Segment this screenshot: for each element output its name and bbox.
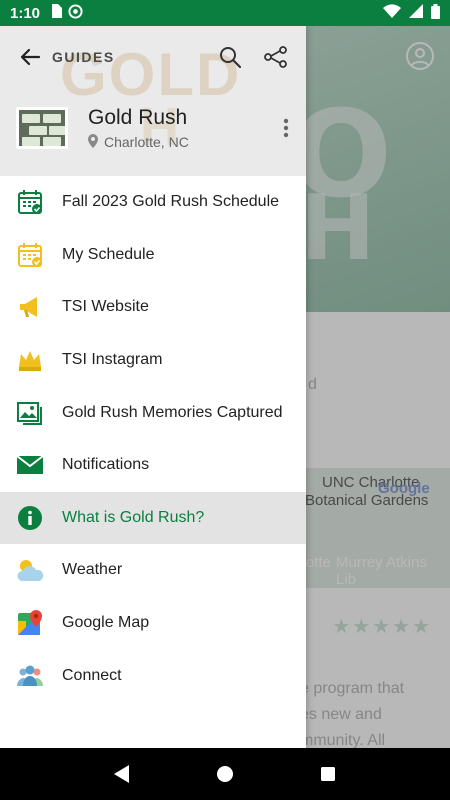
signal-icon (409, 4, 423, 22)
weather-icon (16, 556, 44, 584)
battery-icon (431, 3, 440, 23)
nav-recents-icon[interactable] (314, 760, 342, 788)
menu-item-weather[interactable]: Weather (0, 544, 306, 597)
envelope-icon (16, 451, 44, 479)
menu-item-memories-captured[interactable]: Gold Rush Memories Captured (0, 386, 306, 439)
at-sign-icon (68, 3, 83, 23)
menu-item-google-map[interactable]: Google Map (0, 597, 306, 650)
back-arrow-icon[interactable] (14, 41, 46, 73)
photos-icon (16, 399, 44, 427)
navigation-drawer: GOLD H GUIDES Gold Rush Charlotte, NC Fa… (0, 26, 306, 748)
wifi-icon (383, 4, 401, 22)
menu-item-tsi-website[interactable]: TSI Website (0, 281, 306, 334)
megaphone-icon (16, 293, 44, 321)
status-bar: 1:10 (0, 0, 450, 26)
location-pin-icon (88, 133, 98, 151)
guide-location: Charlotte, NC (88, 133, 189, 151)
current-guide[interactable]: Gold Rush Charlotte, NC (16, 104, 298, 152)
drawer-menu: Fall 2023 Gold Rush Schedule My Schedule… (0, 176, 306, 702)
people-icon (16, 662, 44, 690)
menu-item-my-schedule[interactable]: My Schedule (0, 229, 306, 282)
app-screen: 1:10 O H d UNC Charlotte Botanical Garde… (0, 0, 450, 800)
calendar-check-icon (16, 188, 44, 216)
menu-item-tsi-instagram[interactable]: TSI Instagram (0, 334, 306, 387)
menu-item-connect[interactable]: Connect (0, 649, 306, 702)
status-time: 1:10 (10, 4, 41, 22)
guide-title: Gold Rush (88, 105, 188, 129)
crown-icon (16, 346, 44, 374)
calendar-check-icon (16, 241, 44, 269)
system-nav-bar (0, 748, 450, 800)
menu-item-fall-2023-schedule[interactable]: Fall 2023 Gold Rush Schedule (0, 176, 306, 229)
info-icon (16, 504, 44, 532)
guide-thumbnail (16, 107, 68, 149)
menu-item-what-is-gold-rush[interactable]: What is Gold Rush? (0, 491, 306, 545)
guide-location-text: Charlotte, NC (104, 134, 189, 150)
section-label: GUIDES (52, 49, 115, 65)
search-icon[interactable] (214, 41, 246, 73)
sd-card-icon (50, 4, 63, 22)
google-maps-icon (16, 609, 44, 637)
nav-back-icon[interactable] (108, 760, 136, 788)
share-network-icon[interactable] (260, 41, 292, 73)
menu-item-notifications[interactable]: Notifications (0, 439, 306, 492)
drawer-header: GOLD H GUIDES Gold Rush Charlotte, NC (0, 26, 306, 176)
nav-home-icon[interactable] (211, 760, 239, 788)
more-options-icon[interactable] (274, 111, 298, 145)
